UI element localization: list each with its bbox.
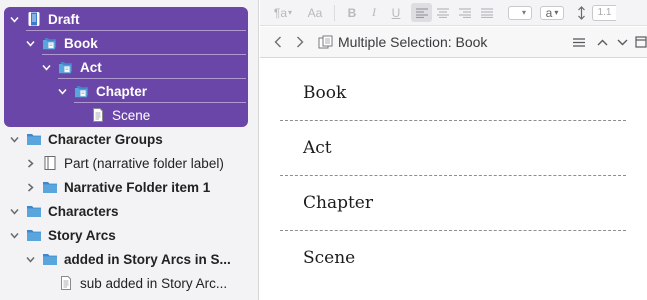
binder-item[interactable]: Character Groups bbox=[0, 127, 258, 151]
justify-icon bbox=[481, 7, 493, 18]
list-icon bbox=[573, 37, 585, 47]
multiple-documents-icon bbox=[316, 32, 334, 52]
binder-item[interactable]: added in Story Arcs in S... bbox=[0, 247, 258, 271]
folder-icon bbox=[26, 204, 42, 218]
forward-button[interactable] bbox=[292, 32, 308, 52]
highlight-color-picker[interactable]: ▾ bbox=[508, 5, 532, 20]
disclosure-chevron-down-icon[interactable] bbox=[24, 253, 36, 265]
disclosure-chevron-down-icon[interactable] bbox=[8, 205, 20, 217]
chevron-up-icon bbox=[597, 39, 607, 45]
binder-item[interactable]: Draft bbox=[0, 7, 258, 31]
binder-item-label: Book bbox=[64, 35, 98, 51]
justify-button[interactable] bbox=[476, 3, 498, 23]
align-right-icon bbox=[459, 7, 471, 18]
disclosure-chevron-down-icon[interactable] bbox=[40, 61, 52, 73]
binder-item-label: Story Arcs bbox=[48, 227, 116, 243]
binder-item-label: Part (narrative folder label) bbox=[64, 155, 224, 171]
paragraph-style-label: ¶a bbox=[273, 5, 288, 20]
section-divider bbox=[280, 120, 626, 121]
disclosure-chevron-down-icon[interactable] bbox=[8, 133, 20, 145]
editor-pane: ¶a ▾ Aa B I U ▾ a ▾ 1.1 Multiple Selecti… bbox=[260, 0, 647, 300]
binder-sidebar: Draft Book Act Chapter Scene Character Groups… bbox=[0, 0, 259, 300]
binder-item-label: Draft bbox=[48, 11, 80, 27]
bold-button[interactable]: B bbox=[341, 3, 363, 23]
binder-item-label: sub added in Story Arc... bbox=[80, 275, 228, 291]
disclosure-chevron-down-icon[interactable] bbox=[8, 229, 20, 241]
disclosure-chevron-right-icon[interactable] bbox=[24, 181, 36, 193]
section-title[interactable]: Book bbox=[303, 83, 346, 103]
binder-item-label: Characters bbox=[48, 203, 119, 219]
text-color-label: a bbox=[545, 5, 553, 20]
previous-document-button[interactable] bbox=[593, 32, 611, 52]
folder-icon bbox=[42, 252, 58, 266]
navigation-bar: Multiple Selection: Book bbox=[260, 27, 647, 58]
binder-item-label: Narrative Folder item 1 bbox=[64, 179, 211, 195]
draft-icon bbox=[26, 12, 42, 26]
divider bbox=[334, 4, 335, 21]
binder-item[interactable]: Part (narrative folder label) bbox=[0, 151, 258, 175]
binder-item[interactable]: Act bbox=[0, 55, 258, 79]
split-view-icon bbox=[635, 36, 647, 48]
section-divider bbox=[280, 230, 626, 231]
next-document-button[interactable] bbox=[613, 32, 631, 52]
folder-icon bbox=[42, 180, 58, 194]
disclosure-chevron-right-icon[interactable] bbox=[24, 157, 36, 169]
binder-item-label: added in Story Arcs in S... bbox=[64, 251, 231, 267]
disclosure-chevron-down-icon[interactable] bbox=[56, 85, 68, 97]
binder-item[interactable]: Narrative Folder item 1 bbox=[0, 175, 258, 199]
format-bar: ¶a ▾ Aa B I U ▾ a ▾ 1.1 bbox=[260, 0, 647, 26]
align-center-icon bbox=[437, 7, 449, 18]
section-title[interactable]: Chapter bbox=[303, 193, 373, 213]
binder-item[interactable]: Scene bbox=[0, 103, 258, 127]
align-left-icon bbox=[415, 7, 428, 18]
binder-item-label: Chapter bbox=[96, 83, 148, 99]
section-title[interactable]: Act bbox=[303, 138, 332, 158]
binder-item-label: Scene bbox=[112, 107, 151, 123]
document-icon bbox=[90, 108, 106, 122]
document-list-button[interactable] bbox=[571, 32, 587, 52]
chevron-down-icon bbox=[617, 39, 627, 45]
binder-item[interactable]: sub added in Story Arc... bbox=[0, 271, 258, 295]
scrivenings-document[interactable]: Book Act Chapter Scene bbox=[260, 59, 647, 300]
document-title: Multiple Selection: Book bbox=[338, 34, 488, 50]
line-spacing-field[interactable]: 1.1 bbox=[592, 4, 616, 21]
line-spacing-icon[interactable] bbox=[574, 3, 588, 23]
font-style-button[interactable]: Aa bbox=[302, 3, 328, 23]
disclosure-chevron-down-icon[interactable] bbox=[24, 37, 36, 49]
section-title[interactable]: Scene bbox=[303, 248, 355, 268]
chevron-left-icon bbox=[274, 36, 281, 48]
binder-item[interactable]: Characters bbox=[0, 199, 258, 223]
text-color-picker[interactable]: a ▾ bbox=[540, 5, 564, 20]
align-center-button[interactable] bbox=[432, 3, 454, 23]
paragraph-style-button[interactable]: ¶a ▾ bbox=[268, 3, 298, 23]
binder-item[interactable]: Story Arcs bbox=[0, 223, 258, 247]
italic-button[interactable]: I bbox=[363, 3, 385, 23]
document-icon bbox=[58, 276, 74, 290]
chevron-right-icon bbox=[297, 36, 304, 48]
binder-item-label: Character Groups bbox=[48, 131, 163, 147]
split-editor-button[interactable] bbox=[635, 32, 647, 52]
disclosure-chevron-down-icon[interactable] bbox=[8, 13, 20, 25]
folder-stack-icon bbox=[58, 60, 74, 74]
folder-icon bbox=[26, 132, 42, 146]
binder-item-label: Act bbox=[80, 59, 102, 75]
folder-stack-icon bbox=[42, 36, 58, 50]
page-icon bbox=[42, 156, 58, 170]
back-button[interactable] bbox=[270, 32, 286, 52]
align-left-button[interactable] bbox=[411, 3, 432, 22]
underline-button[interactable]: U bbox=[385, 3, 407, 23]
binder-item[interactable]: Book bbox=[0, 31, 258, 55]
section-divider bbox=[280, 175, 626, 176]
folder-stack-icon bbox=[74, 84, 90, 98]
binder-item[interactable]: Chapter bbox=[0, 79, 258, 103]
align-right-button[interactable] bbox=[454, 3, 476, 23]
folder-icon bbox=[26, 228, 42, 242]
